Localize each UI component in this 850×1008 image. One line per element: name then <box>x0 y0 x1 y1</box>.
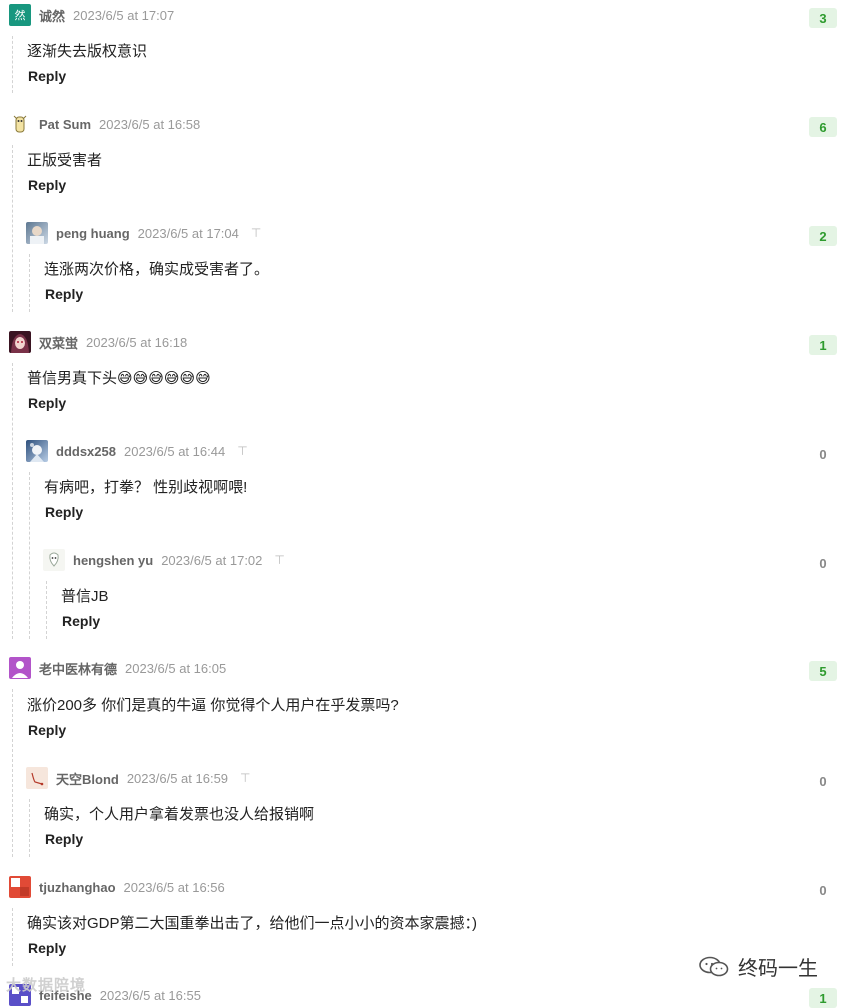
avatar-image <box>13 115 27 133</box>
author-name[interactable]: peng huang <box>56 226 130 241</box>
avatar-image <box>49 552 59 567</box>
reply-button[interactable]: Reply <box>62 613 100 629</box>
avatar[interactable] <box>26 222 48 244</box>
timestamp[interactable]: 2023/6/5 at 16:56 <box>124 880 225 895</box>
vote-count[interactable]: 2 <box>809 226 837 246</box>
comment-text: 连涨两次价格，确实成受害者了。 <box>44 261 270 278</box>
timestamp[interactable]: 2023/6/5 at 16:58 <box>99 117 200 132</box>
timestamp[interactable]: 2023/6/5 at 16:55 <box>100 988 201 1003</box>
author-name[interactable]: hengshen yu <box>73 553 153 568</box>
wechat-icon <box>699 956 729 976</box>
author-name[interactable]: 诚然 <box>39 6 65 25</box>
thread-line <box>12 908 13 966</box>
thread-line <box>12 36 13 93</box>
comment-text: 涨价200多 你们是真的牛逼 你觉得个人用户在乎发票吗? <box>27 697 399 714</box>
reply-button[interactable]: Reply <box>28 395 66 411</box>
avatar-image <box>30 226 44 244</box>
author-name[interactable]: 老中医林有德 <box>39 659 117 678</box>
timestamp[interactable]: 2023/6/5 at 17:07 <box>73 8 174 23</box>
author-name[interactable]: tjuzhanghao <box>39 880 116 895</box>
avatar[interactable] <box>43 549 65 571</box>
comment-text: 逐渐失去版权意识 <box>27 43 148 60</box>
vote-count[interactable]: 3 <box>809 8 837 28</box>
vote-count[interactable]: 0 <box>809 771 837 791</box>
avatar[interactable] <box>26 767 48 789</box>
vote-count[interactable]: 5 <box>809 661 837 681</box>
reply-button[interactable]: Reply <box>45 831 83 847</box>
vote-count[interactable]: 6 <box>809 117 837 137</box>
avatar[interactable] <box>9 876 31 898</box>
pin-icon[interactable]: ⊤ <box>274 553 284 567</box>
thread-line <box>29 254 30 312</box>
thread-line <box>12 363 13 639</box>
author-name[interactable]: 双菜蛍 <box>39 333 78 352</box>
avatar[interactable] <box>26 440 48 462</box>
comment-text: 确实该对GDP第二大国重拳出击了，给他们一点小小的资本家震撼：) <box>27 915 478 932</box>
comment-text: 确实，个人用户拿着发票也没人给报销啊 <box>44 806 315 823</box>
timestamp[interactable]: 2023/6/5 at 16:05 <box>125 661 226 676</box>
reply-button[interactable]: Reply <box>28 68 66 84</box>
comment-text: 正版受害者 <box>27 152 103 169</box>
vote-count[interactable]: 0 <box>809 553 837 573</box>
avatar[interactable] <box>9 657 31 679</box>
reply-button[interactable]: Reply <box>28 722 66 738</box>
author-name[interactable]: 天空Blond <box>56 769 119 788</box>
watermark-text: 终码一生 <box>738 958 818 980</box>
watermark-logo: 大数据陪境 <box>6 977 87 994</box>
watermark-signature: 终码一生 <box>698 952 818 981</box>
vote-count[interactable]: 0 <box>809 444 837 464</box>
pin-icon[interactable]: ⊤ <box>251 226 261 240</box>
vote-count[interactable]: 1 <box>809 335 837 355</box>
vote-count[interactable]: 1 <box>809 988 837 1008</box>
avatar-image <box>11 334 29 353</box>
thread-line <box>12 689 13 857</box>
comment-text: 有病吧，打拳？ 性别歧视啊喂! <box>44 479 248 496</box>
timestamp[interactable]: 2023/6/5 at 16:59 <box>127 771 228 786</box>
thread-line <box>29 472 30 639</box>
reply-button[interactable]: Reply <box>28 177 66 193</box>
timestamp[interactable]: 2023/6/5 at 17:04 <box>138 226 239 241</box>
avatar[interactable] <box>9 113 31 135</box>
avatar[interactable] <box>9 331 31 353</box>
comment-text: 普信男真下头😅😅😅😅😅😅 <box>27 370 211 387</box>
thread-line <box>12 145 13 312</box>
avatar-image <box>12 661 28 678</box>
pin-icon[interactable]: ⊤ <box>240 771 250 785</box>
author-name[interactable]: dddsx258 <box>56 444 116 459</box>
avatar-image <box>11 878 29 896</box>
avatar-image <box>31 772 44 786</box>
author-name[interactable]: Pat Sum <box>39 117 91 132</box>
vote-count[interactable]: 0 <box>809 880 837 900</box>
avatar-image <box>30 443 44 462</box>
comment-text: 普信JB <box>61 588 109 605</box>
reply-button[interactable]: Reply <box>45 286 83 302</box>
timestamp[interactable]: 2023/6/5 at 16:18 <box>86 335 187 350</box>
pin-icon[interactable]: ⊤ <box>237 444 247 458</box>
thread-line <box>29 799 30 857</box>
reply-button[interactable]: Reply <box>45 504 83 520</box>
thread-line <box>46 581 47 639</box>
reply-button[interactable]: Reply <box>28 940 66 956</box>
timestamp[interactable]: 2023/6/5 at 17:02 <box>161 553 262 568</box>
timestamp[interactable]: 2023/6/5 at 16:44 <box>124 444 225 459</box>
avatar[interactable]: 然 <box>9 4 31 26</box>
